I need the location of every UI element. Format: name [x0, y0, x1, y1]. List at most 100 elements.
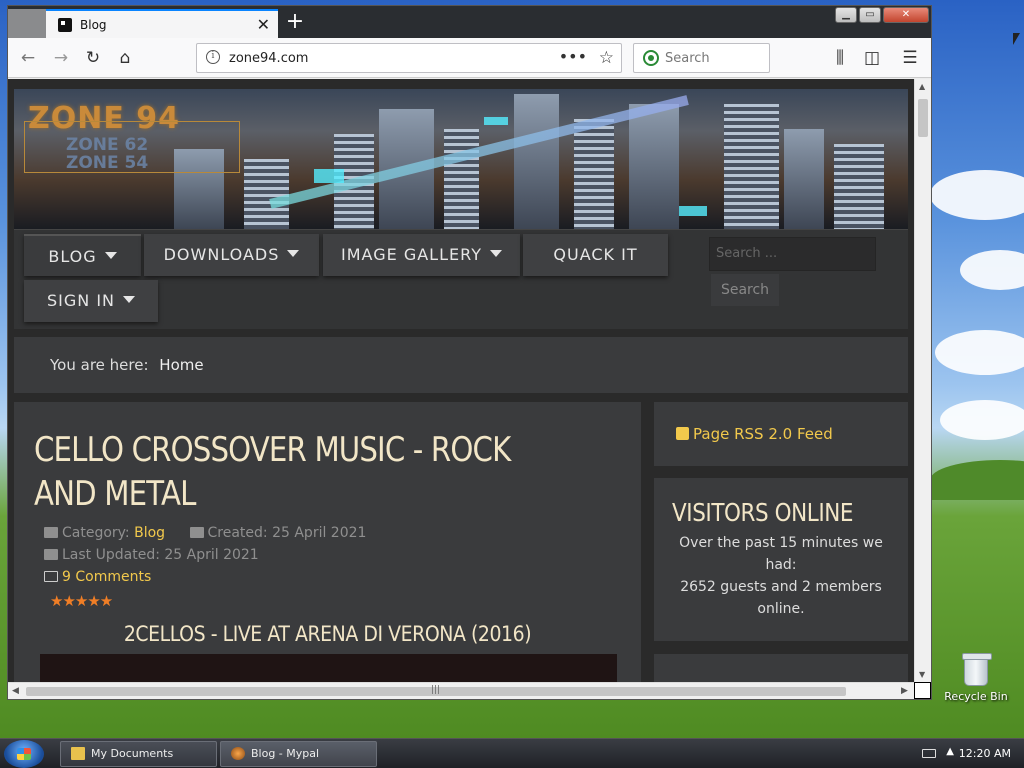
browser-icon — [231, 747, 245, 760]
site-logo[interactable]: ZONE 94 ZONE 62 ZONE 54 — [24, 101, 240, 173]
mouse-cursor — [1013, 33, 1020, 45]
taskbar-my-documents[interactable]: My Documents — [60, 741, 217, 767]
recycle-bin-label: Recycle Bin — [944, 690, 1008, 703]
site-menu: BLOG DOWNLOADS IMAGE GALLERY QUACK IT SI… — [14, 229, 908, 329]
taskbar-label: Blog - Mypal — [251, 747, 320, 760]
hill — [930, 460, 1024, 500]
caret-down-icon — [123, 296, 135, 303]
building — [834, 144, 884, 229]
folder-icon — [71, 747, 85, 760]
comment-icon — [44, 571, 58, 582]
article-meta-updated: Last Updated: 25 April 2021 — [44, 547, 259, 563]
page-viewport: ZONE 94 ZONE 62 ZONE 54 BLOG DOWNLOADS I… — [8, 79, 914, 682]
breadcrumb-prefix: You are here: — [50, 356, 149, 374]
site-info-icon[interactable]: i — [206, 50, 220, 64]
scroll-thumb[interactable] — [918, 99, 928, 137]
menu-label: IMAGE GALLERY — [341, 245, 482, 264]
building — [629, 104, 679, 229]
menu-image-gallery[interactable]: IMAGE GALLERY — [323, 234, 520, 276]
system-tray: ▲ 12:20 AM — [904, 739, 1024, 768]
building — [574, 119, 614, 229]
horizontal-scrollbar[interactable]: ◀ ||| ▶ — [8, 682, 914, 699]
maximize-button[interactable]: ▭ — [859, 7, 881, 23]
breadcrumb: You are here: Home — [14, 337, 908, 393]
bookmark-star-icon[interactable]: ☆ — [599, 48, 614, 68]
menu-quack-it[interactable]: QUACK IT — [523, 234, 668, 276]
banner-glow — [679, 206, 707, 216]
cloud — [935, 330, 1024, 375]
visitors-online-module: VISITORS ONLINE Over the past 15 minutes… — [654, 478, 908, 641]
recycle-bin-icon — [962, 653, 992, 686]
start-button[interactable] — [4, 740, 44, 768]
browser-search-input[interactable]: Search — [633, 43, 770, 73]
tab-bar: Blog ✕ + ▁ ▭ ✕ — [8, 6, 931, 39]
scroll-down-icon[interactable]: ▼ — [919, 670, 925, 679]
reload-icon[interactable]: ↻ — [82, 47, 104, 69]
visitors-title: VISITORS ONLINE — [672, 498, 854, 527]
close-window-button[interactable]: ✕ — [883, 7, 929, 23]
comments-link[interactable]: 9 Comments — [62, 569, 151, 585]
rss-icon — [676, 427, 689, 440]
tab-blog[interactable]: Blog ✕ — [46, 9, 278, 39]
clock[interactable]: 12:20 AM — [959, 747, 1011, 760]
back-icon[interactable]: ← — [17, 47, 39, 69]
created-date: Created: 25 April 2021 — [207, 525, 367, 541]
caret-down-icon — [104, 252, 117, 259]
building — [444, 129, 479, 229]
scroll-corner — [914, 682, 931, 699]
category-link[interactable]: Blog — [134, 525, 165, 541]
scroll-right-icon[interactable]: ▶ — [901, 686, 908, 696]
building — [724, 104, 779, 229]
menu-sign-in[interactable]: SIGN IN — [24, 280, 158, 322]
menu-label: BLOG — [48, 247, 97, 266]
video-embed[interactable] — [40, 654, 617, 682]
library-icon[interactable]: ⫼ — [829, 47, 851, 69]
recycle-bin[interactable]: Recycle Bin — [944, 653, 1008, 703]
article-meta-category: Category: Blog Created: 25 April 2021 — [44, 525, 366, 541]
tab-strip-left — [8, 9, 46, 38]
visitors-text: Over the past 15 minutes we had: 2652 gu… — [679, 535, 883, 617]
building — [514, 94, 559, 229]
folder-icon — [44, 527, 58, 538]
banner-monorail — [269, 95, 689, 209]
url-bar[interactable]: i zone94.com ••• ☆ — [196, 43, 622, 73]
page-actions-icon[interactable]: ••• — [559, 47, 587, 66]
article-title[interactable]: CELLO CROSSOVER MUSIC - ROCK AND METAL — [34, 428, 516, 516]
breadcrumb-home-link[interactable]: Home — [159, 356, 203, 374]
new-tab-button[interactable]: + — [280, 9, 310, 37]
tab-close-icon[interactable]: ✕ — [257, 15, 270, 34]
home-icon[interactable]: ⌂ — [114, 47, 136, 69]
taskbar: My Documents Blog - Mypal ▲ 12:20 AM — [0, 738, 1024, 768]
grip-icon: ||| — [431, 685, 441, 695]
search-engine-icon — [643, 50, 659, 66]
nav-toolbar: ← → ↻ ⌂ i zone94.com ••• ☆ Search ⫼ ◫ ☰ — [8, 38, 931, 78]
menu-label: QUACK IT — [553, 245, 638, 264]
banner-glow — [314, 169, 344, 183]
calendar-icon — [189, 527, 204, 538]
sidebar-icon[interactable]: ◫ — [861, 47, 883, 69]
article: CELLO CROSSOVER MUSIC - ROCK AND METAL C… — [14, 402, 641, 682]
article-subtitle: 2CELLOS - LIVE AT ARENA DI VERONA (2016) — [123, 622, 532, 646]
vertical-scrollbar[interactable]: ▲ ▼ — [914, 79, 931, 682]
scroll-up-icon[interactable]: ▲ — [919, 82, 925, 91]
taskbar-mypal[interactable]: Blog - Mypal — [220, 741, 377, 767]
minimize-button[interactable]: ▁ — [835, 7, 857, 23]
logo-sub-text: ZONE 54 — [66, 153, 149, 173]
tab-title: Blog — [80, 18, 107, 32]
site-banner: ZONE 94 ZONE 62 ZONE 54 — [14, 89, 908, 229]
menu-icon[interactable]: ☰ — [899, 47, 921, 69]
site-search-button[interactable]: Search — [711, 274, 779, 306]
menu-downloads[interactable]: DOWNLOADS — [144, 234, 319, 276]
browser-search-placeholder: Search — [665, 51, 710, 66]
taskbar-label: My Documents — [91, 747, 174, 760]
menu-blog[interactable]: BLOG — [24, 234, 141, 276]
forward-icon[interactable]: → — [50, 47, 72, 69]
rss-feed-link[interactable]: Page RSS 2.0 Feed — [654, 402, 908, 466]
url-text: zone94.com — [229, 51, 309, 66]
keyboard-icon[interactable] — [922, 749, 936, 758]
rating-stars[interactable]: ★★★★★ — [50, 592, 113, 610]
show-hidden-icons-icon[interactable]: ▲ — [946, 746, 954, 757]
updated-date: Last Updated: 25 April 2021 — [62, 547, 259, 563]
site-search-input[interactable]: Search ... — [709, 237, 876, 271]
scroll-left-icon[interactable]: ◀ — [12, 686, 19, 696]
